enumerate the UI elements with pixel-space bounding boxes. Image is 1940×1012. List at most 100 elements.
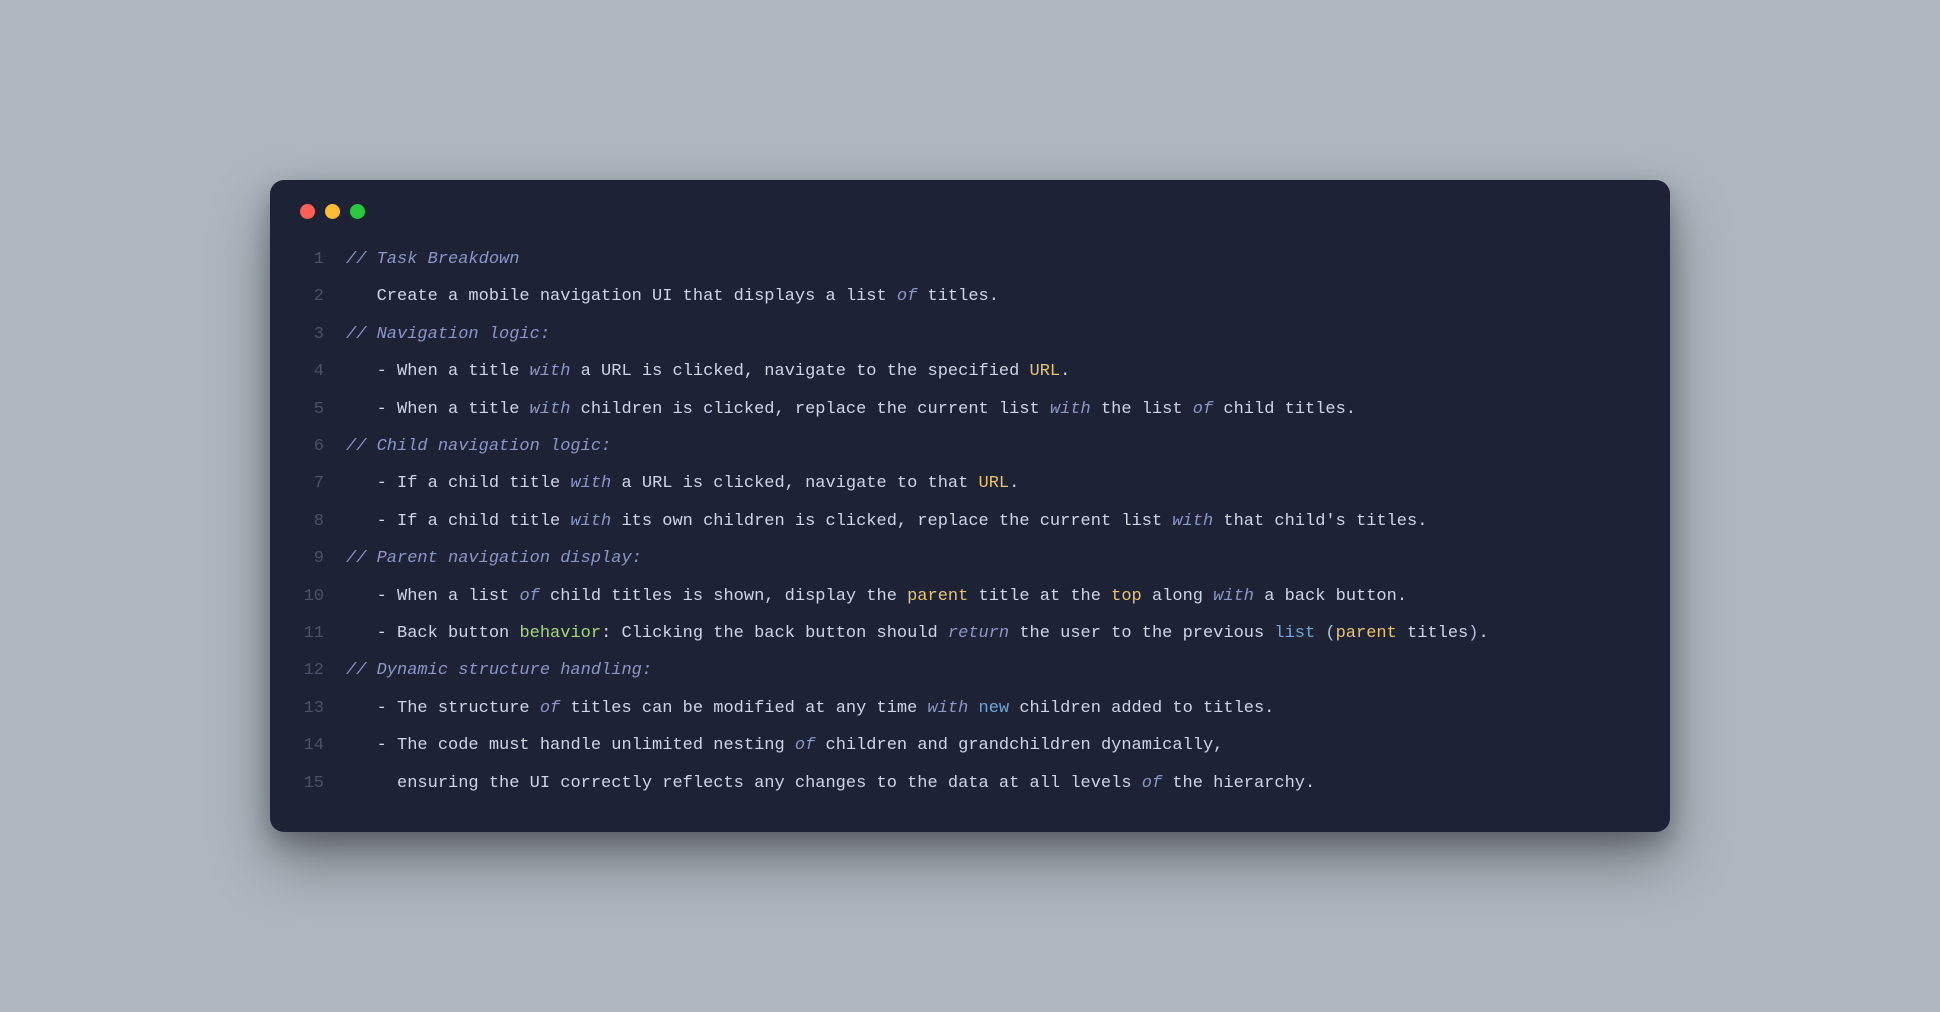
token-comment: // Parent navigation display: [346,549,642,568]
token-plain: along [1142,587,1213,606]
token-plain: children added to titles. [1009,699,1274,718]
token-plain: - The code must handle unlimited nesting [377,736,795,755]
token-ident: URL [979,474,1010,493]
token-keyword: of [897,287,917,306]
token-comment: // Child navigation logic: [346,437,611,456]
line-number: 7 [298,465,346,502]
token-plain [1315,624,1325,643]
token-plain: the user to the previous [1009,624,1274,643]
token-keyword: of [1193,400,1213,419]
line-number: 11 [298,615,346,652]
close-icon[interactable] [300,204,315,219]
token-plain: children is clicked, replace the current… [570,400,1049,419]
code-editor[interactable]: 1// Task Breakdown2 Create a mobile navi… [298,241,1642,802]
line-content: // Navigation logic: [346,316,1642,353]
token-keyword: of [519,587,539,606]
token-keyword: with [530,362,571,381]
token-plain: . [1060,362,1070,381]
code-line: 11 - Back button behavior: Clicking the … [298,615,1642,652]
line-content: - The structure of titles can be modifie… [346,690,1642,727]
code-line: 1// Task Breakdown [298,241,1642,278]
token-plain: a URL is clicked, navigate to the specif… [570,362,1029,381]
token-plain: the hierarchy. [1162,774,1315,793]
token-keyword: with [570,474,611,493]
line-content: // Parent navigation display: [346,540,1642,577]
line-number: 8 [298,503,346,540]
line-content: // Task Breakdown [346,241,1642,278]
line-content: - Back button behavior: Clicking the bac… [346,615,1642,652]
token-plain: - Back button [377,624,520,643]
line-number: 2 [298,278,346,315]
token-plain: title at the [968,587,1111,606]
token-plain: . [1009,474,1019,493]
token-plain: that child's titles. [1213,512,1427,531]
code-line: 9// Parent navigation display: [298,540,1642,577]
code-line: 14 - The code must handle unlimited nest… [298,727,1642,764]
code-line: 13 - The structure of titles can be modi… [298,690,1642,727]
token-comment: // Navigation logic: [346,325,550,344]
token-func: behavior [519,624,601,643]
line-content: - If a child title with a URL is clicked… [346,465,1642,502]
line-number: 14 [298,727,346,764]
token-plain: titles. [917,287,999,306]
line-content: // Child navigation logic: [346,428,1642,465]
token-plain: : Clicking the back button should [601,624,948,643]
token-builtin: new [979,699,1010,718]
token-plain: a back button. [1254,587,1407,606]
token-plain: - The structure [377,699,540,718]
token-comment: // Task Breakdown [346,250,519,269]
line-number: 1 [298,241,346,278]
line-content: - When a list of child titles is shown, … [346,578,1642,615]
line-number: 12 [298,652,346,689]
line-content: // Dynamic structure handling: [346,652,1642,689]
token-keyword: with [530,400,571,419]
token-plain [968,699,978,718]
token-ident: URL [1030,362,1061,381]
token-plain: a URL is clicked, navigate to that [611,474,978,493]
zoom-icon[interactable] [350,204,365,219]
token-punct: ( [1325,624,1335,643]
line-number: 9 [298,540,346,577]
line-content: - When a title with a URL is clicked, na… [346,353,1642,390]
token-keyword: with [928,699,969,718]
token-ident: top [1111,587,1142,606]
code-line: 7 - If a child title with a URL is click… [298,465,1642,502]
token-keyword: return [948,624,1009,643]
line-content: - The code must handle unlimited nesting… [346,727,1642,764]
token-plain: its own children is clicked, replace the… [611,512,1172,531]
line-content: Create a mobile navigation UI that displ… [346,278,1642,315]
token-keyword: of [1142,774,1162,793]
token-plain: titles [1397,624,1468,643]
code-line: 3// Navigation logic: [298,316,1642,353]
minimize-icon[interactable] [325,204,340,219]
token-ident: parent [1336,624,1397,643]
token-plain: child titles is shown, display the [540,587,907,606]
token-ident: parent [907,587,968,606]
token-plain: the list [1091,400,1193,419]
token-plain: - When a title [377,400,530,419]
line-number: 5 [298,391,346,428]
line-content: - If a child title with its own children… [346,503,1642,540]
code-line: 15 ensuring the UI correctly reflects an… [298,765,1642,802]
code-line: 10 - When a list of child titles is show… [298,578,1642,615]
code-line: 6// Child navigation logic: [298,428,1642,465]
token-builtin: list [1274,624,1315,643]
token-plain: - If a child title [377,512,571,531]
token-keyword: with [1213,587,1254,606]
token-plain: - When a list [377,587,520,606]
line-number: 4 [298,353,346,390]
token-keyword: with [570,512,611,531]
token-keyword: of [795,736,815,755]
token-plain: Create a mobile navigation UI that displ… [377,287,897,306]
code-line: 4 - When a title with a URL is clicked, … [298,353,1642,390]
token-punct: ) [1468,624,1478,643]
token-plain: - When a title [377,362,530,381]
code-line: 5 - When a title with children is clicke… [298,391,1642,428]
line-number: 3 [298,316,346,353]
line-number: 15 [298,765,346,802]
token-plain: titles can be modified at any time [560,699,927,718]
window-controls [298,204,1642,219]
code-window: 1// Task Breakdown2 Create a mobile navi… [270,180,1670,832]
token-keyword: with [1172,512,1213,531]
token-plain: - If a child title [377,474,571,493]
